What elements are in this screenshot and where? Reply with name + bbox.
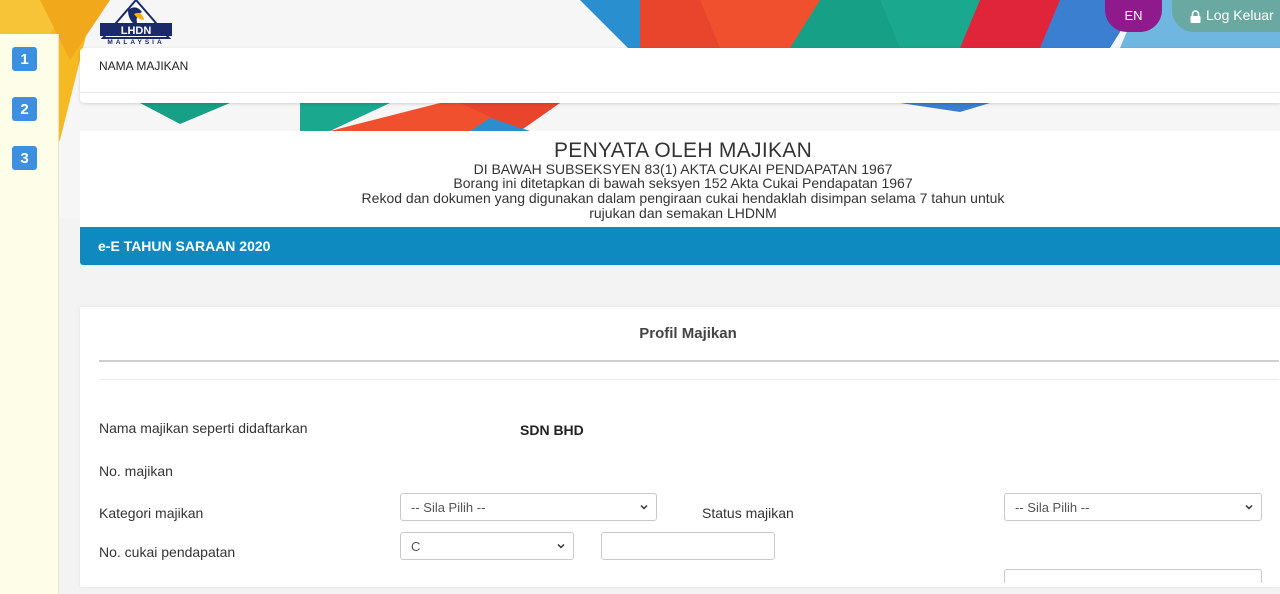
income-tax-prefix-select[interactable]: C [400, 532, 574, 560]
employer-name-bar: NAMA MAJIKAN [80, 48, 1280, 103]
lock-icon [1190, 9, 1201, 23]
assessment-year-bar: e-E TAHUN SARAAN 2020 [80, 227, 1280, 265]
employer-status-selected: -- Sila Pilih -- [1015, 499, 1090, 515]
language-toggle-button[interactable]: EN [1105, 0, 1162, 32]
employer-status-select[interactable]: -- Sila Pilih -- [1004, 493, 1262, 521]
employer-name-value: SDN BHD [520, 422, 584, 438]
income-tax-number-input[interactable] [601, 532, 775, 560]
employer-number-label: No. majikan [99, 463, 173, 479]
logo-subtext: MALAYSIA [107, 39, 164, 46]
divider [80, 92, 1280, 93]
step-2-button[interactable]: 2 [12, 97, 37, 121]
subtitle-line-3: Rekod dan dokumen yang digunakan dalam p… [361, 190, 1005, 206]
page-title: PENYATA OLEH MAJIKAN [553, 139, 813, 162]
income-tax-prefix-selected: C [411, 538, 421, 554]
subtitle-line-4: rujukan dan semakan LHDNM [589, 205, 777, 221]
step-sidebar: 1 2 3 [0, 34, 59, 594]
section-divider [99, 360, 1279, 362]
employer-profile-card: Profil Majikan Nama majikan seperti dida… [80, 307, 1280, 587]
language-label: EN [1124, 7, 1143, 23]
section-title: Profil Majikan [639, 325, 737, 342]
step-3-button[interactable]: 3 [12, 146, 37, 170]
lhdn-logo: LHDN MALAYSIA [98, 0, 174, 46]
step-1-button[interactable]: 1 [12, 47, 37, 71]
logout-label: Log Keluar [1206, 7, 1274, 23]
additional-select[interactable] [1004, 569, 1262, 583]
employer-category-label: Kategori majikan [99, 505, 204, 521]
employer-name-field-label: Nama majikan seperti didaftarkan [99, 420, 308, 436]
employer-status-label: Status majikan [702, 505, 794, 521]
section-divider-light [99, 379, 1279, 380]
chevron-down-icon [1245, 504, 1253, 510]
employer-category-select[interactable]: -- Sila Pilih -- [400, 493, 657, 521]
logo-text: LHDN [121, 25, 152, 37]
income-tax-number-label: No. cukai pendapatan [99, 544, 236, 560]
form-title-card: PENYATA OLEH MAJIKAN DI BAWAH SUBSEKSYEN… [80, 131, 1280, 227]
subtitle-line-2: Borang ini ditetapkan di bawah seksyen 1… [453, 175, 913, 191]
employer-category-selected: -- Sila Pilih -- [411, 499, 486, 515]
chevron-down-icon [640, 504, 648, 510]
chevron-down-icon [557, 543, 565, 549]
assessment-year-label: e-E TAHUN SARAAN 2020 [98, 238, 271, 254]
logout-button[interactable]: Log Keluar [1172, 0, 1280, 32]
employer-name-label: NAMA MAJIKAN [99, 59, 189, 73]
